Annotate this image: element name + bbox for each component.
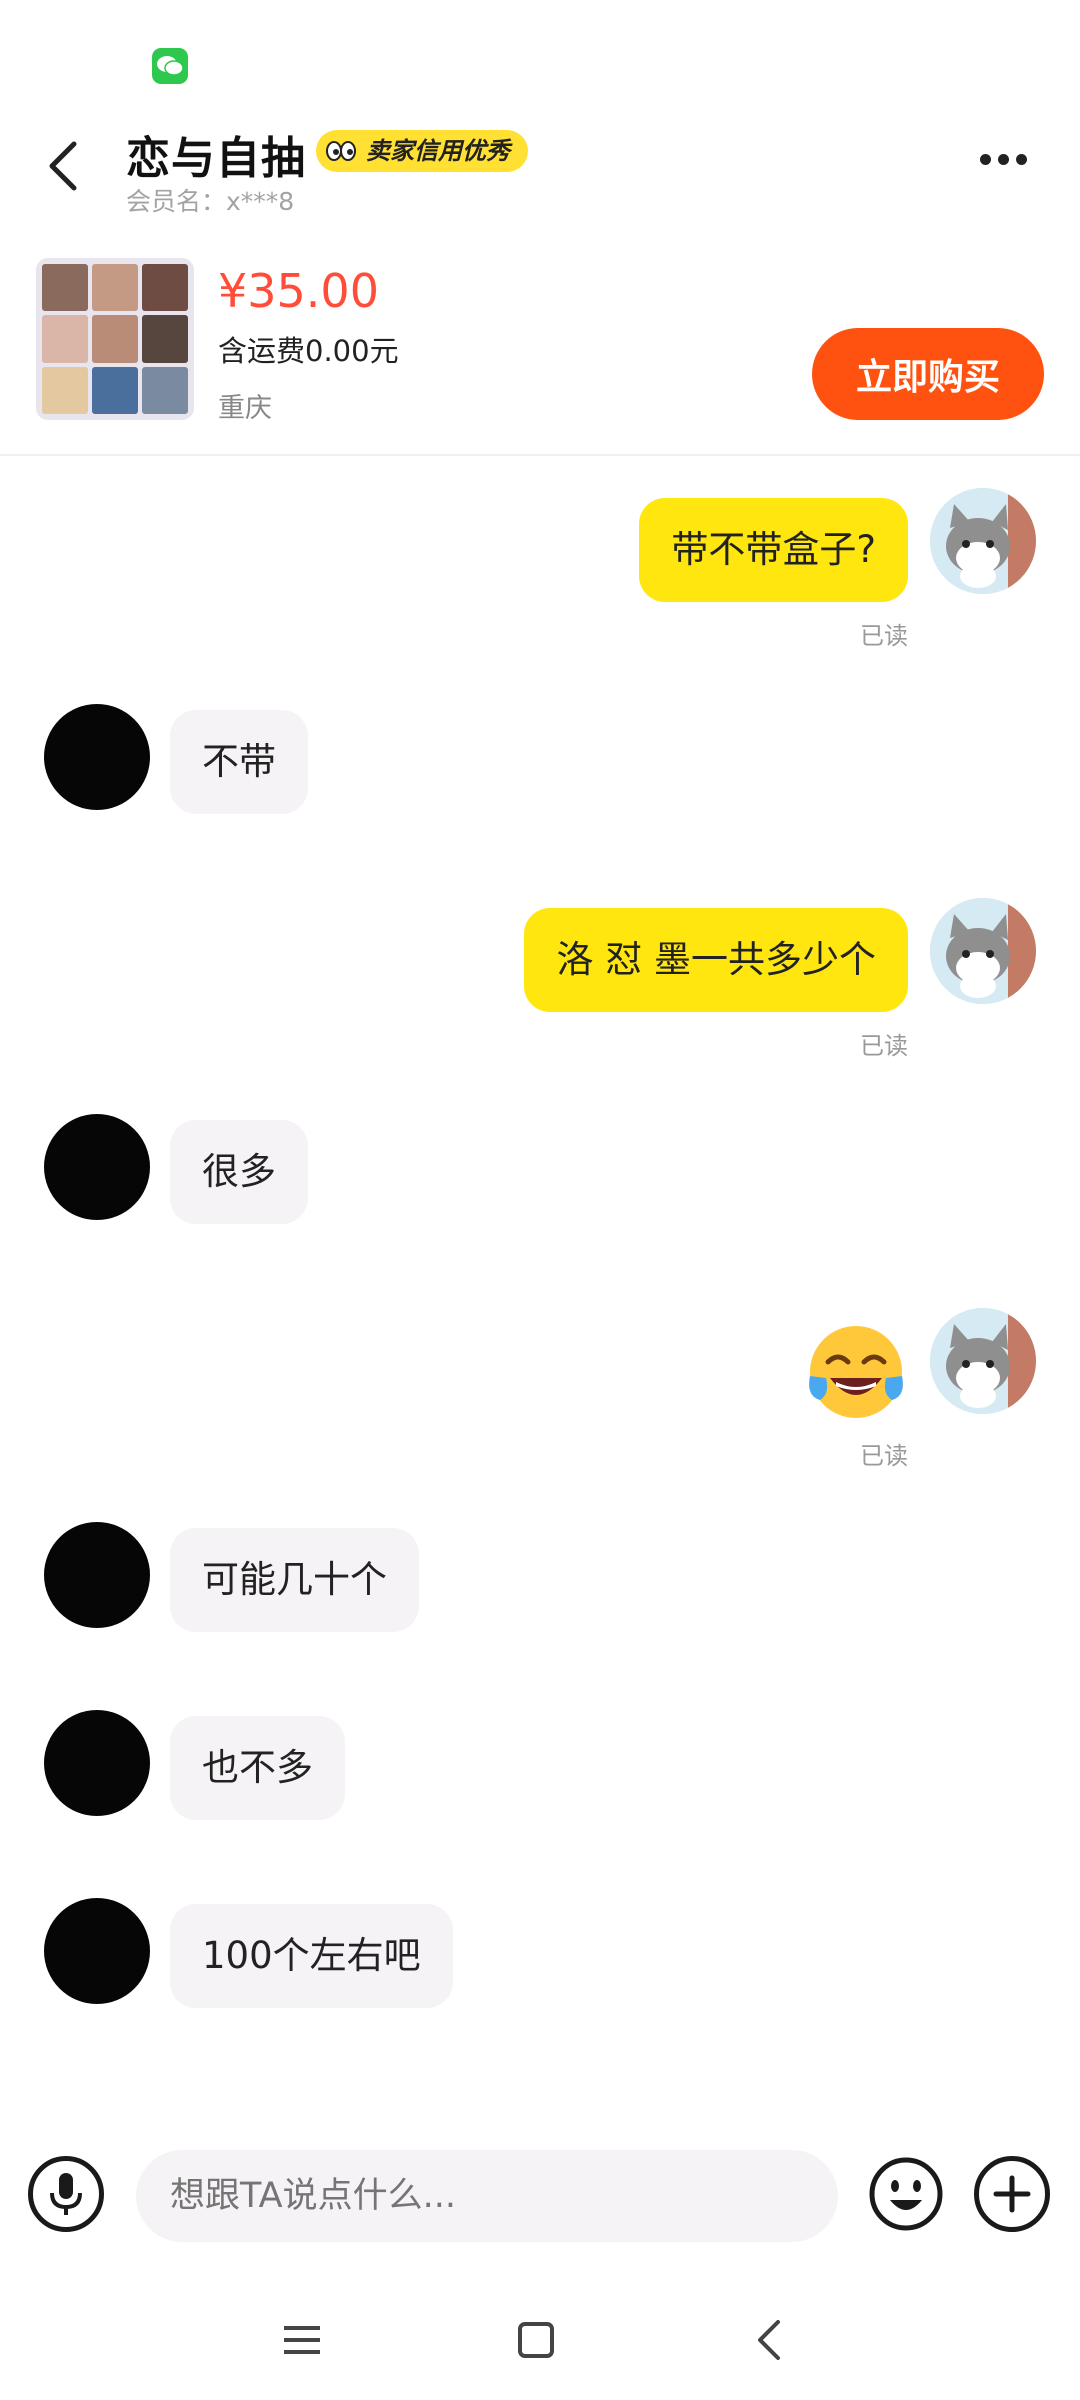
buy-now-button[interactable]: 立即购买	[812, 328, 1044, 420]
status-bar	[0, 0, 1080, 100]
thumb-cell	[142, 315, 188, 363]
message-outgoing: 洛 怼 墨一共多少个 已读	[0, 868, 1080, 1060]
credit-badge[interactable]: 卖家信用优秀	[316, 130, 528, 172]
thumb-cell	[42, 264, 88, 312]
more-dot	[980, 154, 991, 165]
avatar[interactable]	[44, 1898, 150, 2004]
message-outgoing: 带不带盒子? 已读	[0, 458, 1080, 650]
thumb-cell	[142, 264, 188, 312]
menu-button[interactable]	[272, 2310, 332, 2370]
home-square-icon	[518, 2322, 554, 2358]
home-button[interactable]	[506, 2310, 566, 2370]
message-incoming: 可能几十个	[0, 1516, 1080, 1646]
product-price: ¥35.00	[218, 264, 379, 318]
product-card[interactable]: ¥35.00 含运费0.00元 重庆 立即购买	[0, 240, 1080, 456]
avatar[interactable]	[44, 1522, 150, 1628]
read-status: 已读	[860, 1032, 908, 1060]
input-bar	[0, 2136, 1080, 2260]
message-bubble[interactable]: 带不带盒子?	[639, 498, 908, 602]
wechat-icon	[152, 48, 188, 84]
message-bubble[interactable]: 不带	[170, 710, 308, 814]
emoji-button[interactable]	[868, 2156, 944, 2232]
avatar[interactable]	[44, 704, 150, 810]
message-incoming: 也不多	[0, 1704, 1080, 1834]
avatar[interactable]	[44, 1710, 150, 1816]
chat-message-list[interactable]: 带不带盒子? 已读 不带 洛 怼 墨一共多少个 已读 很多 已读 可能几十个 也…	[0, 458, 1080, 2098]
microphone-icon	[50, 2173, 82, 2215]
message-incoming: 100个左右吧	[0, 1892, 1080, 2022]
message-bubble[interactable]: 很多	[170, 1120, 308, 1224]
menu-icon	[284, 2326, 320, 2354]
thumb-cell	[92, 366, 138, 414]
member-name: 会员名：x***8	[126, 187, 295, 216]
shipping-fee: 含运费0.00元	[218, 334, 399, 368]
credit-badge-label: 卖家信用优秀	[366, 137, 510, 165]
plus-icon	[993, 2175, 1031, 2213]
thumb-cell	[42, 315, 88, 363]
more-button[interactable]	[980, 150, 1040, 180]
message-bubble[interactable]: 100个左右吧	[170, 1904, 453, 2008]
system-back-button[interactable]	[740, 2310, 800, 2370]
thumb-cell	[92, 315, 138, 363]
message-bubble[interactable]: 洛 怼 墨一共多少个	[524, 908, 908, 1012]
cat-avatar-image	[930, 488, 1036, 594]
message-incoming: 不带	[0, 698, 1080, 828]
cat-avatar-image	[930, 898, 1036, 1004]
more-dot	[998, 154, 1009, 165]
back-icon	[758, 2320, 780, 2360]
product-thumbnail[interactable]	[36, 258, 194, 420]
read-status: 已读	[860, 622, 908, 650]
eyes-icon	[326, 141, 356, 161]
message-bubble[interactable]: 可能几十个	[170, 1528, 419, 1632]
chevron-left-icon	[49, 141, 77, 191]
back-button[interactable]	[40, 136, 90, 196]
message-incoming: 很多	[0, 1108, 1080, 1238]
avatar[interactable]	[930, 1308, 1036, 1414]
seller-location: 重庆	[218, 393, 272, 424]
thumb-cell	[92, 264, 138, 312]
smile-icon	[869, 2157, 943, 2231]
message-outgoing: 已读	[0, 1278, 1080, 1470]
avatar[interactable]	[44, 1114, 150, 1220]
more-dot	[1016, 154, 1027, 165]
message-input[interactable]	[136, 2150, 838, 2242]
avatar[interactable]	[930, 488, 1036, 594]
voice-button[interactable]	[28, 2156, 104, 2232]
plus-button[interactable]	[974, 2156, 1050, 2232]
read-status: 已读	[860, 1442, 908, 1470]
thumb-cell	[142, 366, 188, 414]
tears-of-joy-emoji[interactable]	[804, 1320, 908, 1424]
chat-header: 恋与自抽 卖家信用优秀 会员名：x***8	[0, 100, 1080, 220]
cat-avatar-image	[930, 1308, 1036, 1414]
thumb-cell	[42, 366, 88, 414]
message-bubble[interactable]: 也不多	[170, 1716, 345, 1820]
system-nav-bar	[0, 2290, 1080, 2400]
seller-name[interactable]: 恋与自抽	[126, 122, 306, 186]
avatar[interactable]	[930, 898, 1036, 1004]
